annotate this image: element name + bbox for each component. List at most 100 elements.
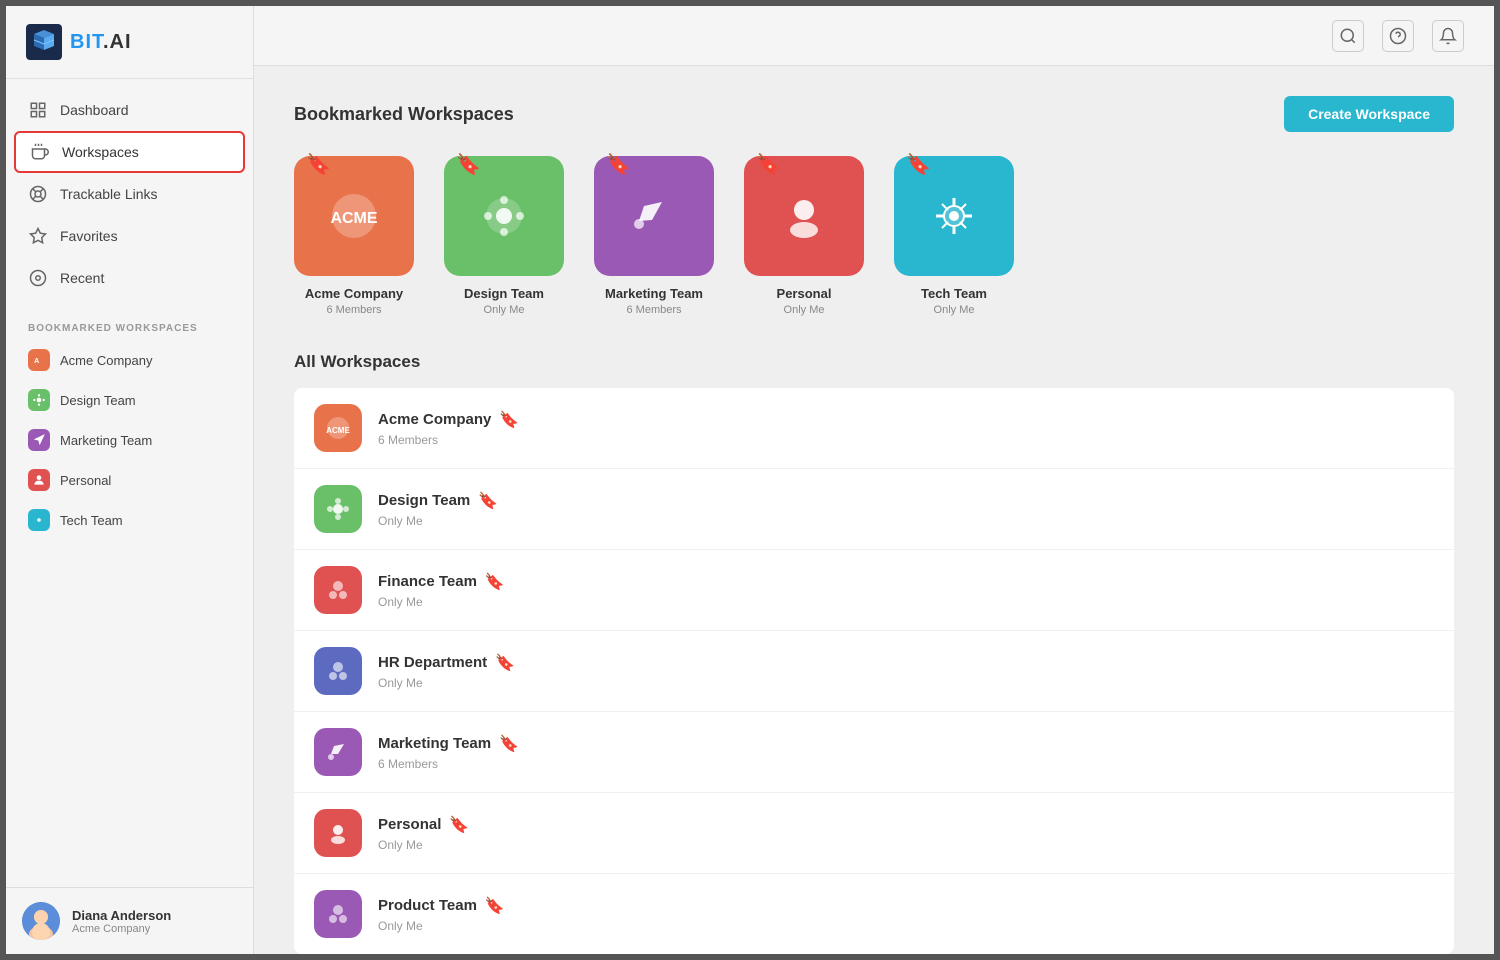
bw-card-img-tech: 🔖 bbox=[894, 156, 1014, 276]
logo-icon bbox=[26, 24, 62, 60]
bw-card-name-marketing: Marketing Team bbox=[605, 286, 703, 301]
list-item-marketing[interactable]: Marketing Team 🔖 6 Members bbox=[294, 712, 1454, 793]
logo-text: BIT.AI bbox=[70, 31, 132, 54]
bookmarked-title: Bookmarked Workspaces bbox=[294, 104, 514, 125]
list-bookmark-personal: 🔖 bbox=[449, 815, 469, 835]
topbar bbox=[254, 6, 1494, 66]
list-info-finance: Finance Team 🔖 Only Me bbox=[378, 572, 1434, 609]
list-info-product: Product Team 🔖 Only Me bbox=[378, 896, 1434, 933]
list-item-design[interactable]: Design Team 🔖 Only Me bbox=[294, 469, 1454, 550]
bw-card-img-marketing: 🔖 bbox=[594, 156, 714, 276]
content-area: Bookmarked Workspaces Create Workspace 🔖… bbox=[254, 66, 1494, 954]
trackable-links-icon bbox=[28, 184, 48, 204]
bookmark-icon-acme: 🔖 bbox=[306, 152, 331, 177]
bookmark-icon-tech: 🔖 bbox=[906, 152, 931, 177]
marketing-logo-icon bbox=[624, 186, 684, 246]
list-name-hr: HR Department bbox=[378, 654, 487, 671]
sidebar: BIT.AI Dashboard Workspaces Trackabl bbox=[6, 6, 254, 954]
all-workspaces-list: ACME Acme Company 🔖 6 Members bbox=[294, 388, 1454, 954]
sidebar-ws-marketing[interactable]: Marketing Team bbox=[6, 420, 253, 460]
bw-card-name-design: Design Team bbox=[464, 286, 544, 301]
sidebar-ws-personal[interactable]: Personal bbox=[6, 460, 253, 500]
list-sub-personal: Only Me bbox=[378, 838, 1434, 852]
create-workspace-button[interactable]: Create Workspace bbox=[1284, 96, 1454, 132]
avatar bbox=[22, 902, 60, 940]
list-name-product: Product Team bbox=[378, 897, 477, 914]
list-icon-hr bbox=[314, 647, 362, 695]
nav-item-favorites[interactable]: Favorites bbox=[6, 215, 253, 257]
svg-text:ACME: ACME bbox=[326, 426, 350, 435]
bw-card-tech[interactable]: 🔖 bbox=[894, 156, 1014, 316]
list-item-acme[interactable]: ACME Acme Company 🔖 6 Members bbox=[294, 388, 1454, 469]
list-item-personal[interactable]: Personal 🔖 Only Me bbox=[294, 793, 1454, 874]
list-sub-acme: 6 Members bbox=[378, 433, 1434, 447]
list-icon-design bbox=[314, 485, 362, 533]
list-bookmark-finance: 🔖 bbox=[485, 572, 505, 592]
bookmarked-workspace-list: A Acme Company Design Team Marketing Tea… bbox=[6, 340, 253, 540]
bw-card-sub-tech: Only Me bbox=[934, 304, 975, 316]
search-button[interactable] bbox=[1332, 20, 1364, 52]
nav-label-recent: Recent bbox=[60, 270, 104, 286]
list-icon-product bbox=[314, 890, 362, 938]
svg-text:A: A bbox=[34, 358, 39, 365]
list-icon-acme: ACME bbox=[314, 404, 362, 452]
list-item-finance[interactable]: Finance Team 🔖 Only Me bbox=[294, 550, 1454, 631]
nav-label-favorites: Favorites bbox=[60, 228, 118, 244]
list-info-design: Design Team 🔖 Only Me bbox=[378, 491, 1434, 528]
nav-label-trackable-links: Trackable Links bbox=[60, 186, 158, 202]
workspaces-icon bbox=[30, 142, 50, 162]
sidebar-ws-acme[interactable]: A Acme Company bbox=[6, 340, 253, 380]
nav-item-trackable-links[interactable]: Trackable Links bbox=[6, 173, 253, 215]
all-workspaces-title: All Workspaces bbox=[294, 352, 1454, 372]
list-info-marketing: Marketing Team 🔖 6 Members bbox=[378, 734, 1434, 771]
nav-item-dashboard[interactable]: Dashboard bbox=[6, 89, 253, 131]
sidebar-ws-marketing-label: Marketing Team bbox=[60, 433, 152, 448]
ws-marketing-dot bbox=[28, 429, 50, 451]
sidebar-ws-design[interactable]: Design Team bbox=[6, 380, 253, 420]
list-info-hr: HR Department 🔖 Only Me bbox=[378, 653, 1434, 690]
list-sub-product: Only Me bbox=[378, 919, 1434, 933]
ws-personal-dot bbox=[28, 469, 50, 491]
bookmark-icon-design: 🔖 bbox=[456, 152, 481, 177]
list-item-product[interactable]: Product Team 🔖 Only Me bbox=[294, 874, 1454, 954]
main-content: Bookmarked Workspaces Create Workspace 🔖… bbox=[254, 6, 1494, 954]
list-name-acme: Acme Company bbox=[378, 411, 491, 428]
bw-card-acme[interactable]: 🔖 ACME Acme Company 6 Members bbox=[294, 156, 414, 316]
list-name-marketing: Marketing Team bbox=[378, 735, 491, 752]
bw-card-marketing[interactable]: 🔖 Marketing Team 6 Members bbox=[594, 156, 714, 316]
help-button[interactable] bbox=[1382, 20, 1414, 52]
list-sub-marketing: 6 Members bbox=[378, 757, 1434, 771]
list-bookmark-hr: 🔖 bbox=[495, 653, 515, 673]
list-icon-finance bbox=[314, 566, 362, 614]
bw-card-design[interactable]: 🔖 Design Team Only Me bbox=[444, 156, 564, 316]
bw-card-personal[interactable]: 🔖 Personal Only Me bbox=[744, 156, 864, 316]
list-bookmark-product: 🔖 bbox=[485, 896, 505, 916]
recent-icon bbox=[28, 268, 48, 288]
nav-item-workspaces[interactable]: Workspaces bbox=[14, 131, 245, 173]
bw-card-sub-personal: Only Me bbox=[784, 304, 825, 316]
personal-logo-icon bbox=[774, 186, 834, 246]
ws-tech-dot bbox=[28, 509, 50, 531]
list-name-personal: Personal bbox=[378, 816, 441, 833]
list-item-hr[interactable]: HR Department 🔖 Only Me bbox=[294, 631, 1454, 712]
footer-user-company: Acme Company bbox=[72, 923, 171, 935]
footer-user-info: Diana Anderson Acme Company bbox=[72, 908, 171, 935]
bookmarked-section-header: Bookmarked Workspaces Create Workspace bbox=[294, 96, 1454, 132]
notifications-button[interactable] bbox=[1432, 20, 1464, 52]
list-info-personal: Personal 🔖 Only Me bbox=[378, 815, 1434, 852]
sidebar-ws-tech[interactable]: Tech Team bbox=[6, 500, 253, 540]
sidebar-ws-design-label: Design Team bbox=[60, 393, 136, 408]
bw-card-img-personal: 🔖 bbox=[744, 156, 864, 276]
footer-user-name: Diana Anderson bbox=[72, 908, 171, 923]
acme-logo-icon: ACME bbox=[324, 186, 384, 246]
bookmarked-workspace-grid: 🔖 ACME Acme Company 6 Members 🔖 bbox=[294, 156, 1454, 316]
nav-item-recent[interactable]: Recent bbox=[6, 257, 253, 299]
list-bookmark-design: 🔖 bbox=[478, 491, 498, 511]
ws-acme-dot: A bbox=[28, 349, 50, 371]
list-icon-personal bbox=[314, 809, 362, 857]
favorites-icon bbox=[28, 226, 48, 246]
nav-menu: Dashboard Workspaces Trackable Links Fav… bbox=[6, 79, 253, 309]
list-sub-hr: Only Me bbox=[378, 676, 1434, 690]
bookmark-icon-marketing: 🔖 bbox=[606, 152, 631, 177]
tech-logo-icon bbox=[924, 186, 984, 246]
